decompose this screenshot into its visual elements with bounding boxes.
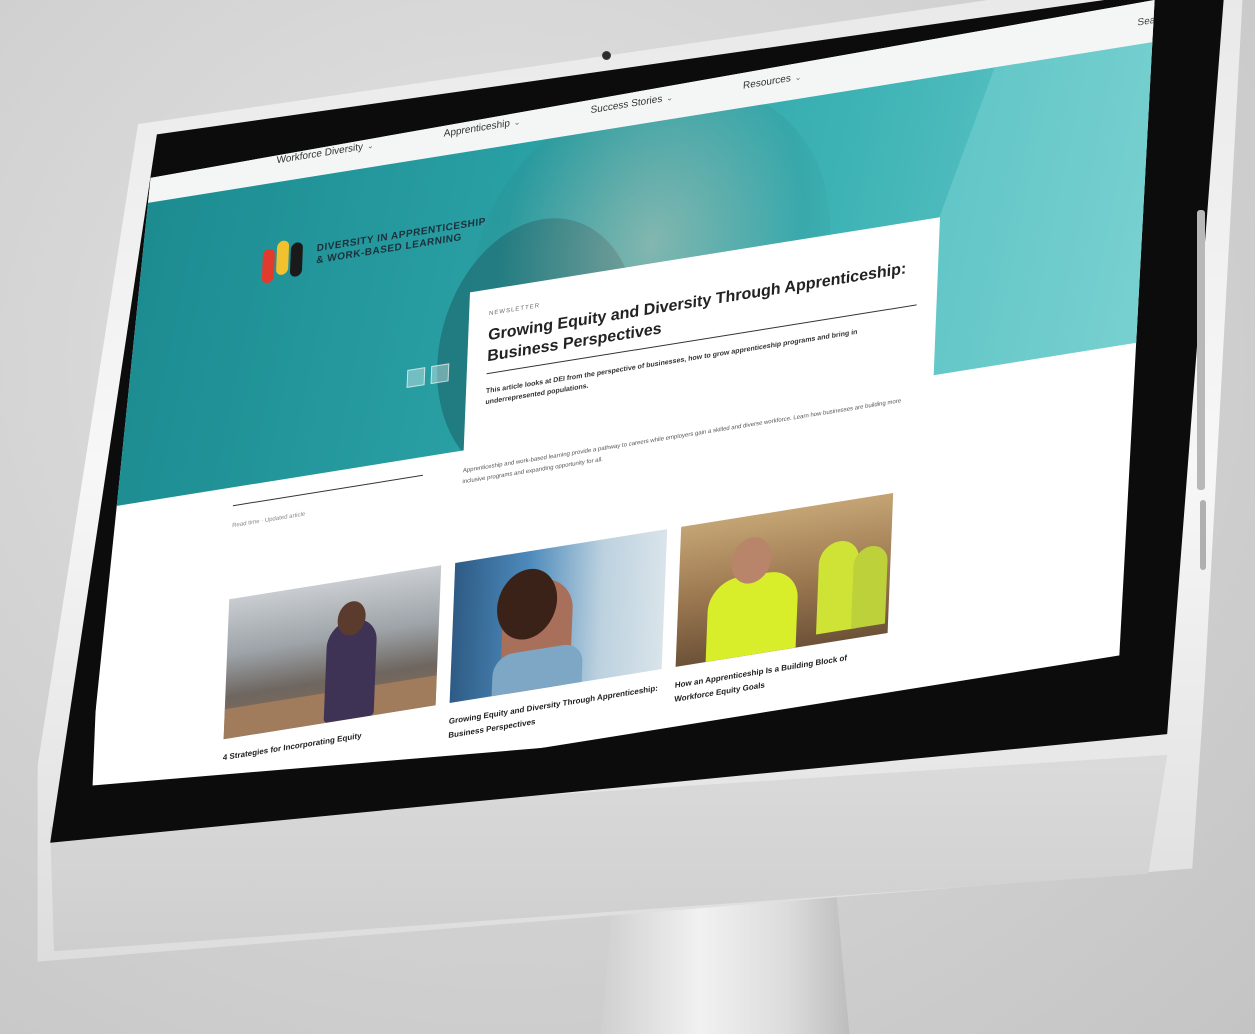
slider-next-button[interactable] xyxy=(430,363,450,385)
woman-office-laptop-photo[interactable] xyxy=(223,565,442,740)
site-logo[interactable]: Diversity in Apprenticeship & Work-Based… xyxy=(261,208,487,284)
article-card[interactable]: 4 Strategies for Incorporating Equity xyxy=(222,565,442,779)
construction-workers-photo[interactable] xyxy=(675,492,894,667)
chevron-down-icon: ⌄ xyxy=(794,71,802,82)
article-card[interactable]: How an Apprenticeship Is a Building Bloc… xyxy=(674,492,894,707)
camera-icon xyxy=(602,51,611,60)
chevron-down-icon: ⌄ xyxy=(666,92,674,103)
slider-prev-button[interactable] xyxy=(406,367,426,388)
monitor-side-edge xyxy=(1197,210,1205,490)
nav-item-resources[interactable]: Resources ⌄ xyxy=(743,71,802,91)
logo-mark-red xyxy=(261,248,276,284)
logo-mark-icon xyxy=(261,237,308,284)
logo-text: Diversity in Apprenticeship & Work-Based… xyxy=(316,216,486,267)
woman-portrait-photo[interactable] xyxy=(449,529,668,704)
photo-worker-3 xyxy=(851,543,889,629)
nav-label: Resources xyxy=(742,72,792,92)
monitor-side-edge-lower xyxy=(1200,500,1206,570)
logo-mark-yellow xyxy=(275,239,290,276)
article-meta: Read time · Updated article xyxy=(232,511,306,530)
chevron-down-icon: ⌄ xyxy=(513,116,521,127)
logo-mark-black xyxy=(289,241,304,278)
chevron-down-icon: ⌄ xyxy=(366,140,374,151)
article-card[interactable]: Growing Equity and Diversity Through App… xyxy=(448,529,668,743)
